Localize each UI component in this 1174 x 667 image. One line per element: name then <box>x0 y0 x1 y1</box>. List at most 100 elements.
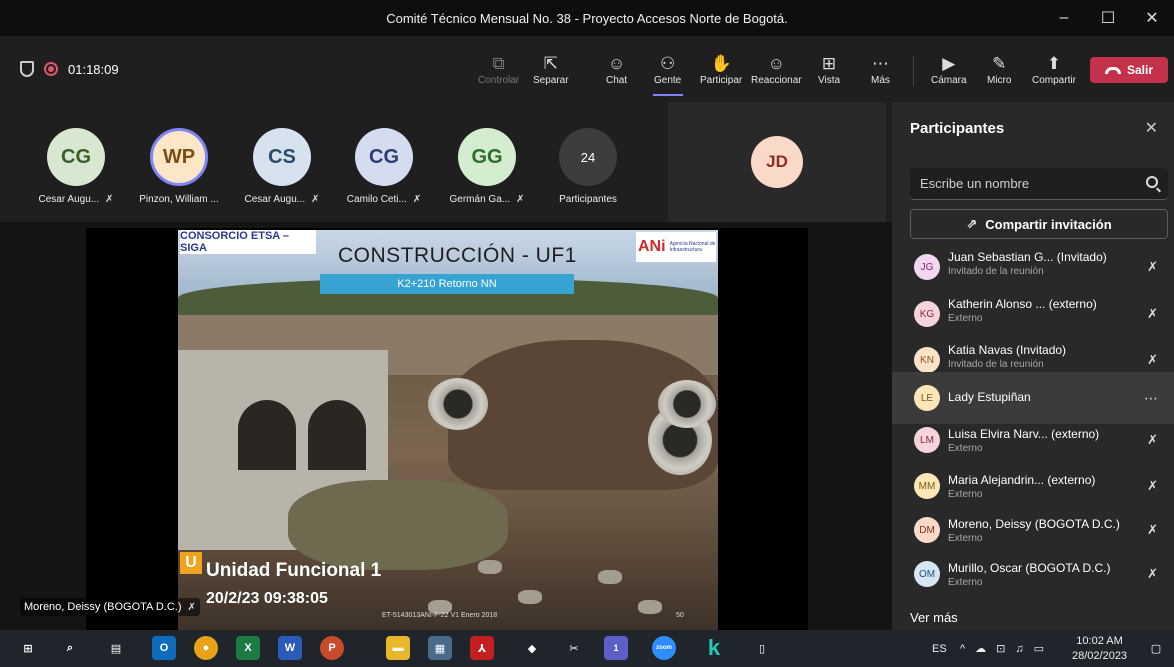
ver-mas-link[interactable]: Ver más <box>910 610 958 625</box>
ani-text: Agencia Nacional de Infraestructura <box>669 241 716 253</box>
camara-label: Cámara <box>931 74 967 86</box>
ani-mark: ANi <box>638 238 666 255</box>
file-explorer-icon[interactable]: ▬ <box>386 636 410 660</box>
gente-label: Gente <box>654 74 682 86</box>
camera-off-icon: ▶︎ <box>942 53 956 73</box>
search-icon[interactable]: ⌕ <box>58 636 82 660</box>
leave-button[interactable]: Salir <box>1090 57 1168 83</box>
reaccionar-button[interactable]: ☺ Reaccionar <box>751 36 802 102</box>
shield-icon[interactable] <box>20 61 34 77</box>
vista-button[interactable]: ⊞ Vista <box>818 36 840 102</box>
share-icon: ⇗ <box>966 216 978 231</box>
close-window-button[interactable]: ✕ <box>1130 0 1174 36</box>
meeting-toolbar: 01:18:09 ⧉ Controlar ⇱ Separar ☺ Chat ⚇ … <box>0 36 1174 102</box>
task-view-icon[interactable]: ▤ <box>104 636 128 660</box>
document-icon[interactable]: ▯ <box>750 636 774 660</box>
slide-subtitle: K2+210 Retorno NN <box>320 274 574 294</box>
snip-icon[interactable]: ✂ <box>562 636 586 660</box>
mas-label: Más <box>871 74 890 86</box>
notifications-icon[interactable]: ▢ <box>1144 636 1168 660</box>
controlar-button[interactable]: ⧉ Controlar <box>478 36 519 102</box>
camara-button[interactable]: ▶︎ Cámara <box>931 36 967 102</box>
gente-button[interactable]: ⚇ Gente <box>652 36 683 102</box>
meeting-stage: CG Cesar Augu... ✗ WP Pinzon, William ...… <box>0 102 892 630</box>
cloud-icon[interactable]: ☁ <box>975 642 986 655</box>
participant-role: Externo <box>948 533 983 544</box>
more-icon: ⋯ <box>871 53 889 73</box>
app-icon[interactable]: ◆ <box>520 636 544 660</box>
system-tray: ^ ☁ ⊡ ♫ ▭ <box>960 630 1044 667</box>
rock <box>598 570 622 584</box>
tile-name-label: Germán Ga... <box>449 194 511 205</box>
avatar: LE <box>914 385 940 411</box>
participant-tile[interactable]: WP Pinzon, William ... <box>129 102 229 222</box>
participant-tile[interactable]: CG Cesar Augu... ✗ <box>26 102 126 222</box>
participant-tile[interactable]: CS Cesar Augu... ✗ <box>232 102 332 222</box>
participant-name: Maria Alejandrin... (externo) <box>948 473 1096 487</box>
language-indicator[interactable]: ES <box>932 630 947 667</box>
minimize-button[interactable]: – <box>1042 0 1086 36</box>
reaction-icon: ☺ <box>767 53 785 73</box>
participant-tiles: CG Cesar Augu... ✗ WP Pinzon, William ...… <box>0 102 892 222</box>
teams-badge: 1 <box>613 643 619 653</box>
mas-button[interactable]: ⋯ Más <box>871 36 890 102</box>
separar-button[interactable]: ⇱ Separar <box>533 36 569 102</box>
tile-name: Camilo Ceti... ✗ <box>347 194 421 205</box>
featured-participant-tile[interactable]: JD <box>668 102 886 222</box>
battery-icon[interactable]: ▭ <box>1034 642 1044 655</box>
chat-button[interactable]: ☺ Chat <box>606 36 627 102</box>
participant-role: Externo <box>948 489 983 500</box>
hang-up-icon <box>1104 66 1121 74</box>
avatar: KG <box>914 301 940 327</box>
teams-icon[interactable]: 1 <box>604 636 628 660</box>
volume-icon[interactable]: ♫ <box>1015 643 1023 655</box>
toolbar-divider <box>913 56 914 86</box>
reaccionar-label: Reaccionar <box>751 74 802 86</box>
avatar: CS <box>253 128 311 186</box>
participant-name: Juan Sebastian G... (Invitado) <box>948 250 1107 264</box>
acrobat-icon[interactable]: ⅄ <box>470 636 494 660</box>
participant-row[interactable]: OM Murillo, Oscar (BOGOTA D.C.) Externo … <box>892 548 1174 600</box>
calculator-icon[interactable]: ▦ <box>428 636 452 660</box>
excel-icon[interactable]: X <box>236 636 260 660</box>
participant-search-input[interactable]: Escribe un nombre <box>910 168 1168 200</box>
participant-name: Katherin Alonso ... (externo) <box>948 297 1097 311</box>
participant-tile[interactable]: CG Camilo Ceti... ✗ <box>334 102 434 222</box>
k-app-icon[interactable]: k <box>702 635 726 660</box>
participant-row[interactable]: LM Luisa Elvira Narv... (externo) Extern… <box>892 414 1174 466</box>
unidad-funcional-label: Unidad Funcional 1 <box>206 560 382 581</box>
participant-tile[interactable]: GG Germán Ga... ✗ <box>437 102 537 222</box>
chrome-icon[interactable]: ● <box>194 636 218 660</box>
participant-count: 24 <box>559 128 617 186</box>
slide-photo-water <box>288 480 508 570</box>
presenter-name: Moreno, Deissy (BOGOTA D.C.) <box>24 601 182 613</box>
mic-off-icon: ✗ <box>1147 566 1158 581</box>
compartir-button[interactable]: ⬆ Compartir <box>1032 36 1076 102</box>
maximize-button[interactable]: ☐ <box>1086 0 1130 36</box>
participant-role: Externo <box>948 443 983 454</box>
mic-off-icon: ✗ <box>311 194 320 205</box>
share-invite-button[interactable]: ⇗ Compartir invitación <box>910 209 1168 239</box>
chevron-up-icon[interactable]: ^ <box>960 643 965 655</box>
clock-time: 10:02 AM <box>1076 635 1123 647</box>
powerpoint-icon[interactable]: P <box>320 636 344 660</box>
participant-row[interactable]: JG Juan Sebastian G... (Invitado) Invita… <box>892 241 1174 293</box>
network-icon[interactable]: ⊡ <box>996 642 1005 655</box>
word-icon[interactable]: W <box>278 636 302 660</box>
micro-button[interactable]: ✎ Micro <box>987 36 1011 102</box>
zoom-icon[interactable]: zoom <box>652 636 676 660</box>
avatar: JG <box>914 254 940 280</box>
outlook-icon[interactable]: O <box>152 636 176 660</box>
zoom-label: zoom <box>656 645 672 651</box>
avatar: OM <box>914 561 940 587</box>
more-options-icon[interactable]: ⋯ <box>1144 390 1158 407</box>
tile-name: Pinzon, William ... <box>139 194 218 205</box>
close-panel-icon[interactable]: ✕ <box>1145 118 1158 138</box>
system-clock[interactable]: 10:02 AM 28/02/2023 <box>1072 634 1127 664</box>
participar-button[interactable]: ✋ Participar <box>700 36 742 102</box>
participant-row[interactable]: KG Katherin Alonso ... (externo) Externo… <box>892 288 1174 340</box>
windows-start-icon[interactable]: ⊞ <box>16 636 40 660</box>
more-participants-tile[interactable]: 24 Participantes <box>538 102 638 222</box>
shared-content: CONSORCIO ETSA – SIGA CONSTRUCCIÓN - UF1… <box>86 228 808 630</box>
rock <box>638 600 662 614</box>
